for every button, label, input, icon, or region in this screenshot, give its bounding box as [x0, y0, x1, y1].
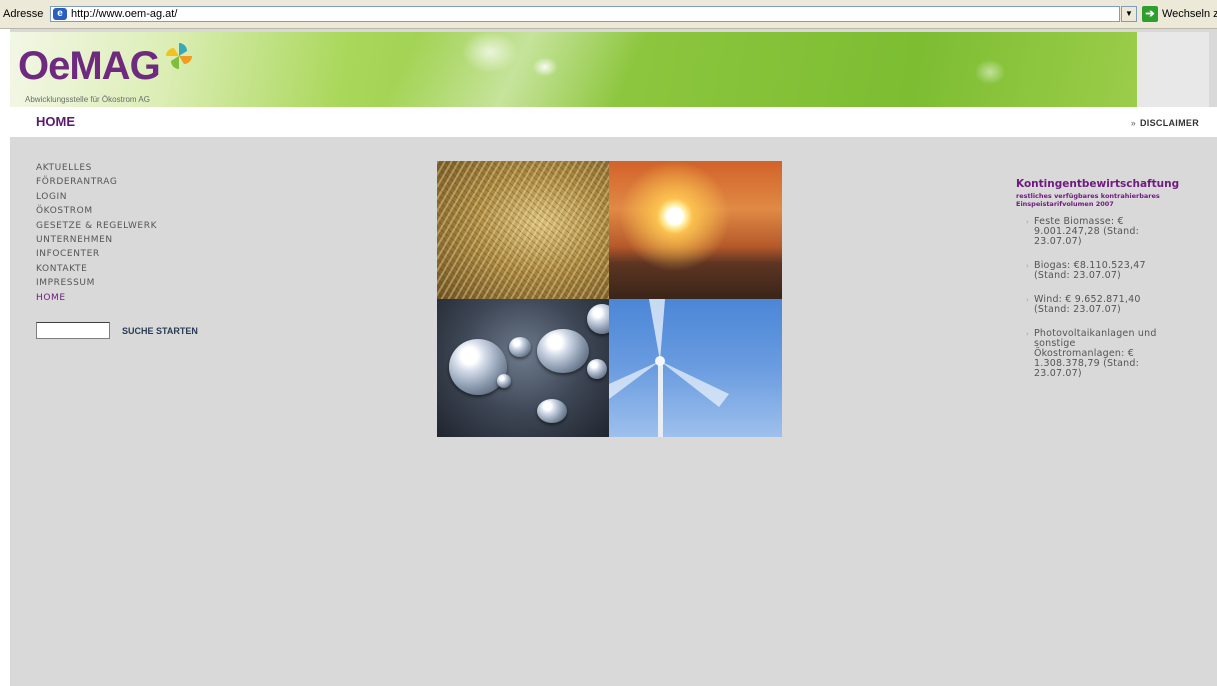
nav-item-oekostrom[interactable]: ÖKOSTROM [36, 204, 157, 218]
quota-info-panel: Kontingentbewirtschaftung restliches ver… [1016, 178, 1206, 393]
nav-item-aktuelles[interactable]: AKTUELLES [36, 161, 157, 175]
bullet-icon: › [1026, 296, 1029, 304]
water-drops-photo [437, 299, 609, 437]
address-label: Adresse [3, 8, 44, 20]
wind-turbine-icon [609, 299, 729, 437]
chevron-down-icon: ▼ [1125, 9, 1133, 18]
banner-right-panel [1137, 32, 1209, 107]
quota-item-text: Biogas: €8.110.523,47 (Stand: 23.07.07) [1034, 260, 1146, 281]
nav-item-home[interactable]: HOME [36, 291, 157, 305]
header-banner: OeMAG Abwicklungsstelle für Ökostrom AG [10, 32, 1137, 107]
nav-item-kontakte[interactable]: KONTAKTE [36, 262, 157, 276]
bullet-icon: » [1130, 118, 1136, 128]
address-dropdown-button[interactable]: ▼ [1121, 6, 1137, 22]
go-button[interactable]: ➔ [1142, 6, 1158, 22]
quota-item-text: Feste Biomasse: € 9.001.247,28 (Stand: 2… [1034, 216, 1140, 247]
nav-item-infocenter[interactable]: INFOCENTER [36, 247, 157, 261]
bullet-icon: › [1026, 262, 1029, 270]
address-url[interactable]: http://www.oem-ag.at/ [71, 8, 177, 20]
web-page: OeMAG Abwicklungsstelle für Ökostrom AG … [10, 29, 1217, 686]
photo-collage [437, 161, 782, 437]
disclaimer-label[interactable]: DISCLAIMER [1140, 118, 1199, 128]
nav-item-impressum[interactable]: IMPRESSUM [36, 276, 157, 290]
info-panel-subtitle: restliches verfügbares kontrahierbares E… [1016, 192, 1160, 208]
quota-item-text: Wind: € 9.652.871,40 (Stand: 23.07.07) [1034, 294, 1141, 315]
straw-bale-photo [437, 161, 609, 299]
list-item: › Wind: € 9.652.871,40 (Stand: 23.07.07) [1016, 295, 1159, 315]
browser-address-bar: Adresse e http://www.oem-ag.at/ ▼ ➔ Wech… [0, 0, 1217, 29]
search-button[interactable]: SUCHE STARTEN [122, 326, 198, 336]
logo-subtitle: Abwicklungsstelle für Ökostrom AG [25, 95, 150, 104]
title-bar: HOME » DISCLAIMER [10, 107, 1217, 137]
ie-page-icon: e [53, 8, 67, 20]
info-panel-title: Kontingentbewirtschaftung [1016, 178, 1180, 190]
sunset-photo [609, 161, 782, 299]
quota-list: › Feste Biomasse: € 9.001.247,28 (Stand: … [1016, 217, 1206, 379]
go-label[interactable]: Wechseln zu [1162, 8, 1217, 20]
wind-turbine-photo [609, 299, 782, 437]
nav-item-login[interactable]: LOGIN [36, 190, 157, 204]
list-item: › Photovoltaikanlagen und sonstige Ökostr… [1016, 329, 1159, 379]
pinwheel-logo-icon [166, 43, 192, 69]
arrow-right-icon: ➔ [1145, 8, 1155, 20]
nav-item-unternehmen[interactable]: UNTERNEHMEN [36, 233, 157, 247]
search-input[interactable] [36, 322, 110, 339]
address-input[interactable]: e http://www.oem-ag.at/ [50, 6, 1120, 22]
site-logo[interactable]: OeMAG [18, 46, 161, 86]
nav-item-foerderantrag[interactable]: FÖRDERANTRAG [36, 175, 157, 189]
list-item: › Biogas: €8.110.523,47 (Stand: 23.07.07) [1016, 261, 1159, 281]
disclaimer-link[interactable]: » DISCLAIMER [1131, 118, 1199, 128]
nav-item-gesetze-regelwerk[interactable]: GESETZE & REGELWERK [36, 219, 157, 233]
bullet-icon: › [1026, 330, 1029, 338]
quota-item-text: Photovoltaikanlagen und sonstige Ökostro… [1034, 328, 1157, 379]
main-nav: AKTUELLES FÖRDERANTRAG LOGIN ÖKOSTROM GE… [36, 161, 157, 305]
page-title: HOME [36, 114, 75, 129]
list-item: › Feste Biomasse: € 9.001.247,28 (Stand: … [1016, 217, 1159, 247]
bullet-icon: › [1026, 218, 1029, 226]
